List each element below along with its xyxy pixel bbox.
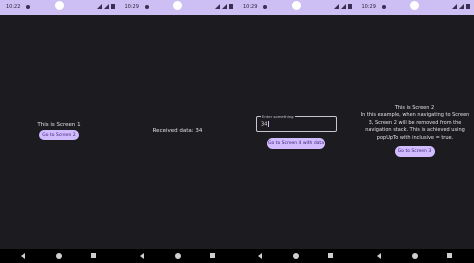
settings-icon	[263, 4, 267, 9]
battery-icon	[347, 4, 352, 9]
home-icon[interactable]	[56, 253, 62, 259]
signal-icon	[103, 4, 109, 9]
status-icons	[452, 4, 470, 9]
back-icon[interactable]	[376, 253, 381, 259]
camera-cutout-icon	[54, 1, 64, 10]
status-time: 10:29	[243, 4, 258, 10]
camera-cutout-icon	[291, 1, 301, 10]
home-icon[interactable]	[293, 253, 299, 259]
signal-icon	[459, 4, 464, 9]
enter-something-field[interactable]: Enter something 34	[256, 114, 337, 132]
wifi-icon	[333, 4, 339, 9]
signal-icon	[340, 4, 346, 9]
status-icons	[215, 4, 233, 9]
wifi-icon	[96, 4, 102, 9]
wifi-icon	[452, 4, 457, 9]
battery-icon	[229, 4, 233, 9]
back-icon[interactable]	[21, 253, 25, 259]
settings-icon	[144, 4, 149, 9]
screen-2-description: In this example, when navigating to Scre…	[360, 112, 470, 141]
status-bar: 10:22	[0, 0, 119, 15]
screen-2-panel: 10:29 This is Screen 2 In this example, …	[355, 0, 474, 263]
recents-icon[interactable]	[91, 253, 96, 258]
screen-3-panel: 10:29 Enter something 34 Go to Screen 4 …	[237, 0, 356, 263]
battery-icon	[110, 4, 115, 9]
recents-icon[interactable]	[328, 253, 333, 258]
recents-icon[interactable]	[209, 253, 215, 258]
status-icons	[333, 4, 352, 9]
status-time: 10:22	[6, 4, 21, 10]
go-to-screen-3-button[interactable]: Go to Screen 3	[394, 146, 435, 157]
field-value-text: 34	[261, 121, 268, 128]
home-icon[interactable]	[174, 253, 181, 259]
camera-cutout-icon	[410, 1, 420, 10]
status-bar: 10:29	[237, 0, 356, 15]
status-time: 10:29	[124, 4, 139, 10]
received-data-text: Received data: 34	[152, 128, 203, 134]
navigation-bar	[355, 249, 474, 263]
navigation-bar	[237, 249, 356, 263]
field-value[interactable]: 34	[261, 121, 270, 128]
screen-1-panel: 10:22 This is Screen 1 Go to Screen 2	[0, 0, 119, 263]
status-bar: 10:29	[118, 0, 237, 15]
screen-4-panel: 10:29 Received data: 34	[118, 0, 237, 263]
recents-icon[interactable]	[446, 253, 452, 258]
go-to-screen-4-button[interactable]: Go to Screen 4 with data	[267, 138, 325, 149]
settings-icon	[381, 4, 386, 9]
navigation-bar	[118, 249, 237, 263]
home-icon[interactable]	[411, 253, 418, 259]
signal-icon	[222, 4, 227, 9]
back-icon[interactable]	[139, 253, 144, 259]
text-caret	[268, 121, 270, 127]
screen-1-title: This is Screen 1	[37, 122, 81, 128]
back-icon[interactable]	[258, 253, 262, 259]
field-label: Enter something	[261, 114, 295, 119]
status-bar: 10:29	[355, 0, 474, 15]
navigation-bar	[0, 249, 119, 263]
status-icons	[96, 4, 115, 9]
screen-2-title: This is Screen 2	[394, 105, 435, 111]
camera-cutout-icon	[173, 1, 183, 10]
battery-icon	[466, 4, 470, 9]
go-to-screen-2-button[interactable]: Go to Screen 2	[39, 130, 79, 140]
status-time: 10:29	[361, 4, 376, 10]
wifi-icon	[215, 4, 220, 9]
settings-icon	[26, 4, 30, 9]
